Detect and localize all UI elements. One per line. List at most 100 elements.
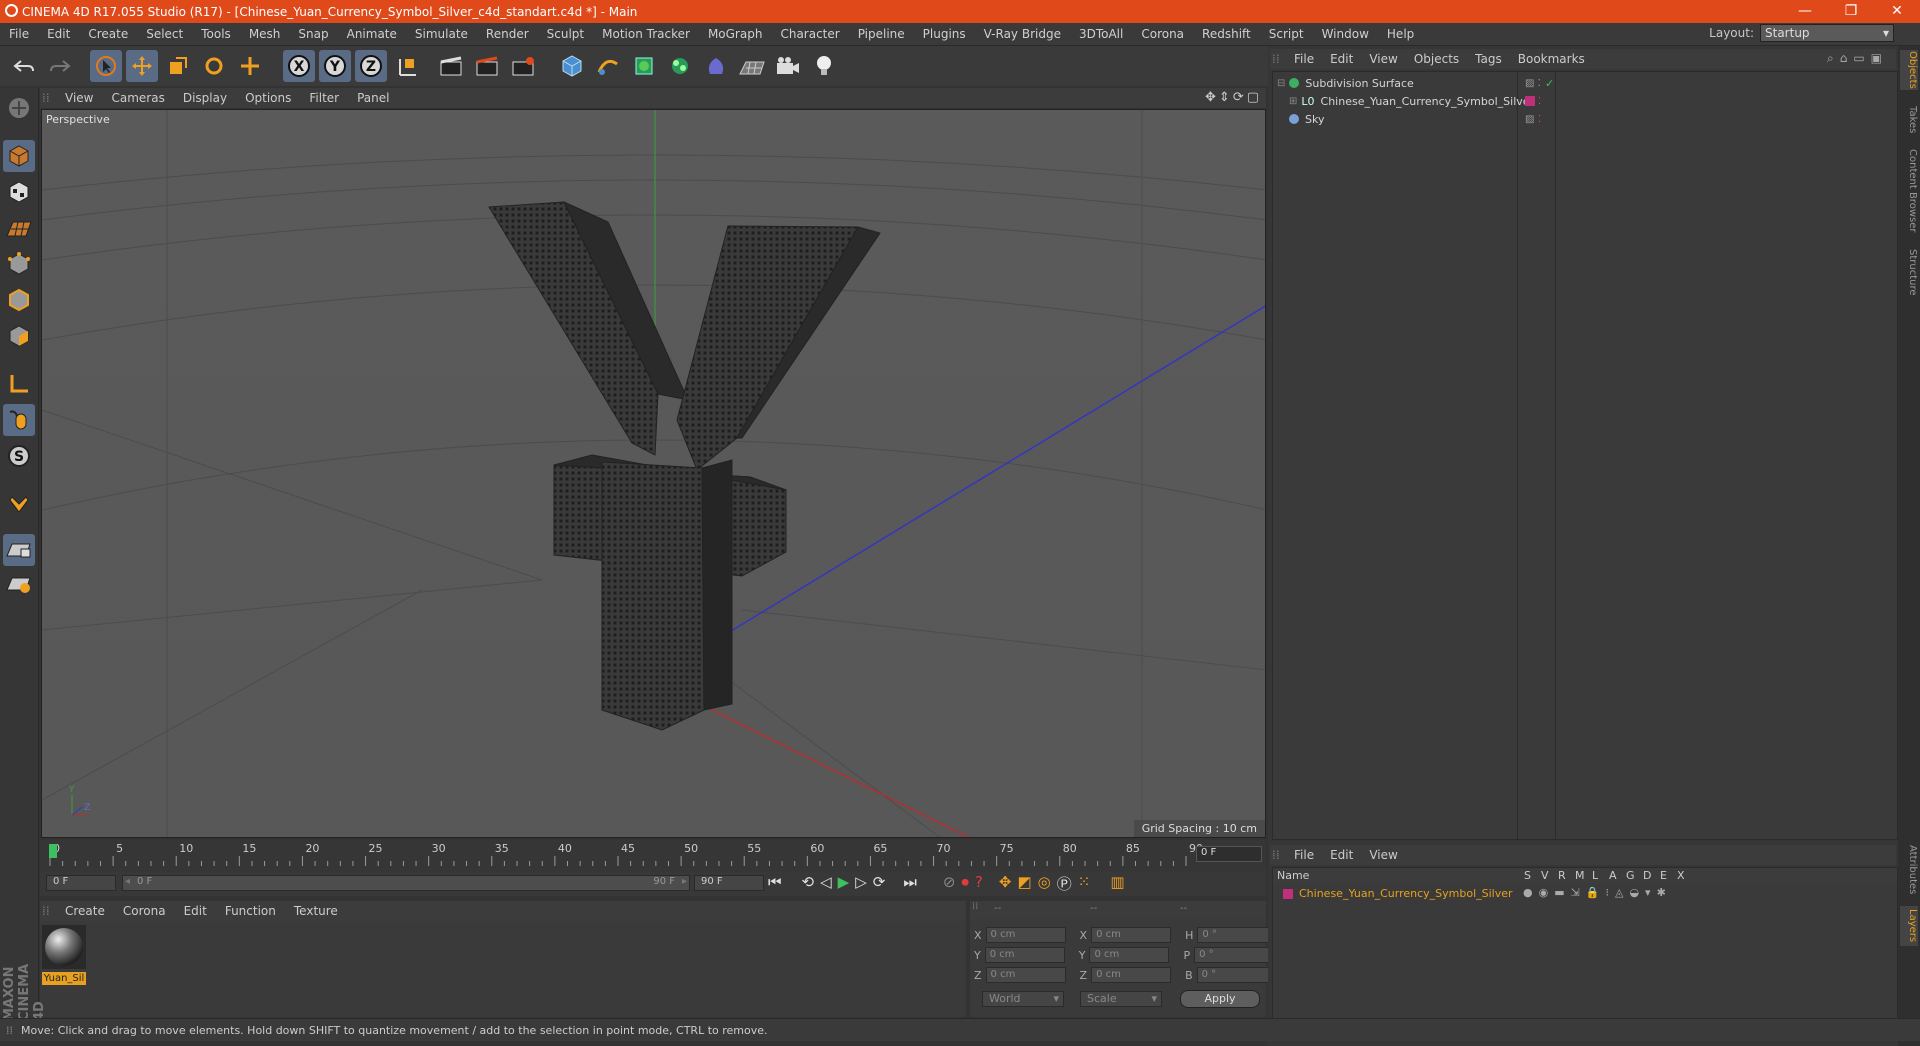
next-key-button[interactable]: ⟳ xyxy=(873,873,886,894)
perspective-viewport[interactable]: Y Z Perspective Grid Spacing : 10 cm xyxy=(41,109,1266,838)
layer-color-tag[interactable] xyxy=(1525,96,1535,106)
menu-select[interactable]: Select xyxy=(137,27,192,41)
visibility-dots-icon[interactable]: ⁚ xyxy=(1538,114,1541,125)
layers-menu-edit[interactable]: Edit xyxy=(1322,848,1361,862)
menu-motion-tracker[interactable]: Motion Tracker xyxy=(593,27,699,41)
spline-pen-button[interactable] xyxy=(592,50,624,82)
visibility-dots-icon[interactable]: ⁚ xyxy=(1538,96,1541,107)
rotation-b-field[interactable]: 0 ° xyxy=(1196,967,1277,983)
menu-vray-bridge[interactable]: V-Ray Bridge xyxy=(975,27,1070,41)
menu-character[interactable]: Character xyxy=(771,27,848,41)
key-scale-button[interactable]: ◩ xyxy=(1017,873,1031,894)
objects-menu-objects[interactable]: Objects xyxy=(1406,52,1467,66)
key-pla-button[interactable]: ⁙ xyxy=(1078,873,1091,894)
material-menu-texture[interactable]: Texture xyxy=(285,904,347,918)
next-frame-button[interactable]: ▷ xyxy=(855,873,867,894)
tweak-mode-button[interactable] xyxy=(3,404,35,436)
transform-tool-button[interactable] xyxy=(234,50,266,82)
current-frame-field[interactable]: 0 F xyxy=(1196,846,1262,862)
polygons-mode-button[interactable] xyxy=(3,320,35,352)
material-menu-edit[interactable]: Edit xyxy=(175,904,216,918)
layer-row[interactable]: Chinese_Yuan_Currency_Symbol_Silver ●◉▬⇲… xyxy=(1273,886,1897,902)
layers-menu-view[interactable]: View xyxy=(1361,848,1405,862)
editor-visibility-icon[interactable]: ▨ ⁚ xyxy=(1525,78,1541,89)
cloner-button[interactable] xyxy=(664,50,696,82)
menu-create[interactable]: Create xyxy=(79,27,137,41)
layout-dropdown[interactable]: Startup ▾ xyxy=(1760,24,1894,42)
rotation-p-field[interactable]: 0 ° xyxy=(1194,947,1275,963)
objects-menu-file[interactable]: File xyxy=(1286,52,1322,66)
objects-menu-view[interactable]: View xyxy=(1361,52,1405,66)
size-z-field[interactable]: 0 cm xyxy=(1091,967,1172,983)
go-to-start-button[interactable]: ⏮ xyxy=(768,873,782,894)
objects-search-home-icons[interactable]: ⌕⌂▭▣ xyxy=(1827,51,1888,66)
cube-object-button[interactable] xyxy=(556,50,588,82)
menu-help[interactable]: Help xyxy=(1378,27,1423,41)
locked-workplane-button[interactable] xyxy=(3,534,35,566)
apply-button[interactable]: Apply xyxy=(1180,990,1260,1008)
tab-objects[interactable]: Objects xyxy=(1900,50,1918,90)
record-active-button[interactable]: ⏺ xyxy=(961,873,969,894)
menu-tools[interactable]: Tools xyxy=(192,27,240,41)
size-mode-dropdown[interactable]: Scale ▾ xyxy=(1080,991,1162,1007)
close-button[interactable]: ✕ xyxy=(1874,0,1920,23)
menu-window[interactable]: Window xyxy=(1313,27,1378,41)
objects-menu-tags[interactable]: Tags xyxy=(1467,52,1510,66)
coordinate-mode-dropdown[interactable]: World ▾ xyxy=(982,991,1064,1007)
maximize-button[interactable]: ❐ xyxy=(1828,0,1874,23)
menu-plugins[interactable]: Plugins xyxy=(914,27,975,41)
coordinate-system-button[interactable] xyxy=(391,50,423,82)
menu-animate[interactable]: Animate xyxy=(338,27,406,41)
menu-pipeline[interactable]: Pipeline xyxy=(849,27,914,41)
redo-button[interactable] xyxy=(44,50,76,82)
objects-menu-bookmarks[interactable]: Bookmarks xyxy=(1510,52,1593,66)
menu-mesh[interactable]: Mesh xyxy=(240,27,290,41)
material-menu-corona[interactable]: Corona xyxy=(114,904,175,918)
viewport-nav-icons[interactable]: ✥⇕⟳▢ xyxy=(1205,90,1262,105)
camera-button[interactable] xyxy=(772,50,804,82)
menu-corona[interactable]: Corona xyxy=(1132,27,1193,41)
key-position-button[interactable]: ✥ xyxy=(999,873,1012,894)
previous-frame-button[interactable]: ◁ xyxy=(820,873,832,894)
record-keys-button[interactable]: ⊘ xyxy=(943,873,956,894)
autokey-button[interactable]: ? xyxy=(975,873,983,894)
edges-mode-button[interactable] xyxy=(3,284,35,316)
tab-content-browser[interactable]: Content Browser xyxy=(1900,146,1918,236)
texture-mode-button[interactable] xyxy=(3,176,35,208)
viewport-menu-panel[interactable]: Panel xyxy=(348,91,398,105)
menu-snap[interactable]: Snap xyxy=(289,27,337,41)
previous-key-button[interactable]: ⟲ xyxy=(802,873,815,894)
object-row-sky[interactable]: Sky ▨ ⁚ xyxy=(1273,110,1897,128)
object-row-yuan-symbol[interactable]: ⊞ L0 Chinese_Yuan_Currency_Symbol_Silver… xyxy=(1273,92,1897,110)
minimize-button[interactable]: — xyxy=(1782,0,1828,23)
render-view-button[interactable] xyxy=(436,50,468,82)
menu-render[interactable]: Render xyxy=(477,27,538,41)
menu-3dtoall[interactable]: 3DToAll xyxy=(1070,27,1132,41)
viewport-menu-filter[interactable]: Filter xyxy=(300,91,348,105)
tab-layers[interactable]: Layers xyxy=(1900,906,1918,946)
axis-mode-button[interactable] xyxy=(3,368,35,400)
undo-button[interactable] xyxy=(8,50,40,82)
render-settings-button[interactable] xyxy=(508,50,540,82)
planar-workplane-button[interactable] xyxy=(3,568,35,600)
rotation-h-field[interactable]: 0 ° xyxy=(1197,927,1278,943)
menu-redshift[interactable]: Redshift xyxy=(1193,27,1260,41)
render-picture-viewer-button[interactable] xyxy=(472,50,504,82)
light-button[interactable] xyxy=(808,50,840,82)
editor-visibility-icon[interactable]: ▨ xyxy=(1525,114,1534,125)
points-mode-button[interactable] xyxy=(3,248,35,280)
expand-icon[interactable]: ⊞ xyxy=(1289,96,1297,107)
size-y-field[interactable]: 0 cm xyxy=(1089,947,1170,963)
rotate-tool-button[interactable] xyxy=(198,50,230,82)
objects-menu-edit[interactable]: Edit xyxy=(1322,52,1361,66)
y-axis-button[interactable]: Y xyxy=(319,50,351,82)
layer-color-swatch[interactable] xyxy=(1283,889,1293,899)
position-z-field[interactable]: 0 cm xyxy=(985,967,1066,983)
viewport-menu-cameras[interactable]: Cameras xyxy=(102,91,173,105)
menu-mograph[interactable]: MoGraph xyxy=(699,27,772,41)
timeline-ruler[interactable]: 051015202530354045505560657075808590 0 F xyxy=(40,840,1266,874)
menu-file[interactable]: File xyxy=(0,27,38,41)
viewport-menu-display[interactable]: Display xyxy=(174,91,236,105)
timeline-settings-button[interactable]: ▥ xyxy=(1110,873,1124,894)
key-rotation-button[interactable]: ◎ xyxy=(1038,873,1051,894)
